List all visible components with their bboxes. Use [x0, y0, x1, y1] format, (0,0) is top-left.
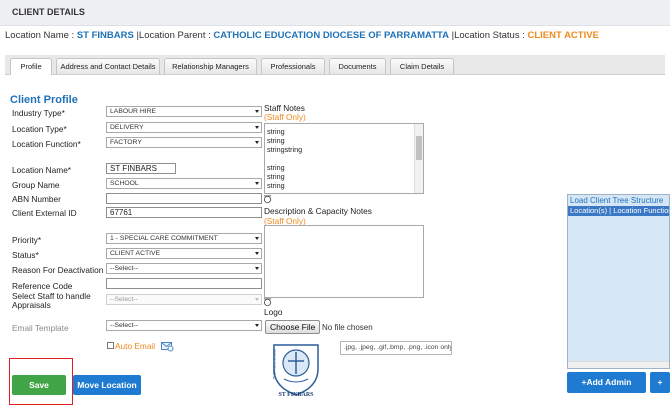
- section-title: Client Profile: [10, 94, 78, 106]
- priority-select[interactable]: 1 - SPECIAL CARE COMMITMENT: [106, 233, 262, 244]
- status-label: Status*: [12, 250, 39, 260]
- description-notes-textarea[interactable]: [264, 225, 424, 298]
- client-tree-scrollbar[interactable]: [568, 361, 669, 368]
- tab-profile[interactable]: Profile: [10, 58, 52, 75]
- client-tree-title[interactable]: Load Client Tree Structure: [570, 196, 663, 205]
- chevron-down-icon: [255, 298, 259, 301]
- location-name-label: Location Name :: [5, 30, 77, 41]
- email-template-value: --Select--: [110, 322, 138, 329]
- chevron-down-icon: [255, 126, 259, 129]
- allowed-extensions-note: .jpg, .jpeg, .gif,.bmp, .png, .icon only: [340, 341, 452, 355]
- client-tree-header: Location(s) | Location Function: [568, 206, 669, 216]
- page-header: [0, 0, 670, 26]
- industry-type-value: LABOUR HIRE: [110, 108, 157, 115]
- location-status-label: |Location Status :: [451, 30, 528, 41]
- tab-claim-details[interactable]: Claim Details: [390, 58, 454, 74]
- staff-notes-textarea[interactable]: string string stringstring string string…: [264, 123, 424, 194]
- add-more-button[interactable]: +: [650, 372, 670, 393]
- chevron-down-icon: [255, 252, 259, 255]
- group-name-select[interactable]: SCHOOL: [106, 178, 262, 189]
- location-info-line: Location Name : ST FINBARS |Location Par…: [5, 30, 599, 41]
- staff-notes-line: string: [267, 172, 285, 181]
- auto-email-checkbox[interactable]: [107, 342, 114, 349]
- staff-appraisals-select[interactable]: --Select--: [106, 294, 262, 305]
- chevron-down-icon: [255, 141, 259, 144]
- tab-documents[interactable]: Documents: [329, 58, 386, 74]
- reason-deactivation-value: --Select--: [110, 265, 138, 272]
- location-function-select[interactable]: FACTORY: [106, 137, 262, 148]
- staff-notes-scrollbar[interactable]: [414, 124, 423, 193]
- status-select[interactable]: CLIENT ACTIVE: [106, 248, 262, 259]
- location-function-label: Location Function*: [12, 139, 81, 149]
- industry-type-select[interactable]: LABOUR HIRE: [106, 106, 262, 117]
- industry-type-label: Industry Type*: [12, 108, 65, 118]
- staff-notes-line: string: [267, 127, 285, 136]
- abn-number-input[interactable]: [106, 193, 262, 204]
- group-name-value: SCHOOL: [110, 180, 139, 187]
- staff-appraisals-label: Select Staff to handle Appraisals: [12, 292, 91, 310]
- priority-value: 1 - SPECIAL CARE COMMITMENT: [110, 235, 218, 242]
- group-name-label: Group Name: [12, 180, 60, 190]
- client-external-id-label: Client External ID: [12, 208, 77, 218]
- page-title: CLIENT DETAILS: [12, 7, 85, 17]
- staff-notes-line: string: [267, 181, 285, 190]
- email-preview-icon[interactable]: [161, 341, 174, 352]
- tab-relationship-managers[interactable]: Relationship Managers: [164, 58, 257, 74]
- location-type-value: DELIVERY: [110, 124, 144, 131]
- resize-handle-icon[interactable]: [263, 195, 272, 204]
- location-type-select[interactable]: DELIVERY: [106, 122, 262, 133]
- chevron-down-icon: [255, 237, 259, 240]
- location-parent-value: CATHOLIC EDUCATION DIOCESE OF PARRAMATTA: [213, 30, 449, 41]
- abn-number-label: ABN Number: [12, 194, 61, 204]
- location-function-value: FACTORY: [110, 139, 142, 146]
- add-admin-button[interactable]: +Add Admin: [567, 372, 646, 393]
- staff-notes-subtitle: (Staff Only): [264, 112, 306, 122]
- location-status-value: CLIENT ACTIVE: [527, 30, 599, 41]
- reason-deactivation-label: Reason For Deactivation: [12, 265, 104, 275]
- tab-address-contact[interactable]: Address and Contact Details: [56, 58, 160, 74]
- staff-appraisals-value: --Select--: [110, 296, 138, 303]
- description-notes-title: Description & Capacity Notes: [264, 206, 372, 216]
- resize-handle-icon[interactable]: [263, 298, 272, 307]
- chevron-down-icon: [255, 110, 259, 113]
- location-parent-label: |Location Parent :: [136, 30, 214, 41]
- chevron-down-icon: [255, 324, 259, 327]
- priority-label: Priority*: [12, 235, 42, 245]
- logo-motto: SERVE THE LORD: [272, 349, 276, 380]
- location-name-value: ST FINBARS: [76, 30, 134, 41]
- staff-notes-line: string: [267, 163, 285, 172]
- client-external-id-input[interactable]: 67761: [106, 207, 262, 218]
- client-tree-body: [568, 216, 669, 368]
- email-template-select[interactable]: --Select--: [106, 320, 262, 331]
- chevron-down-icon: [255, 267, 259, 270]
- staff-notes-line: string: [267, 136, 285, 145]
- auto-email-label: Auto Email: [115, 341, 156, 351]
- staff-notes-line: stringstring: [267, 145, 303, 154]
- chevron-down-icon: [255, 182, 259, 185]
- no-file-chosen-text: No file chosen: [322, 323, 373, 332]
- save-highlight-box: [9, 358, 73, 405]
- school-logo-image: SERVE THE LORD ST FINBARS: [264, 339, 328, 403]
- location-name-field-label: Location Name*: [12, 165, 72, 175]
- location-name-input[interactable]: ST FINBARS: [106, 163, 176, 174]
- reason-deactivation-select[interactable]: --Select--: [106, 263, 262, 274]
- logo-text: ST FINBARS: [278, 392, 314, 398]
- client-tree-panel: Load Client Tree Structure Location(s) |…: [567, 194, 670, 369]
- move-location-button[interactable]: Move Location: [73, 375, 141, 395]
- tab-professionals[interactable]: Professionals: [261, 58, 325, 74]
- reference-code-input[interactable]: [106, 278, 262, 289]
- choose-file-button[interactable]: Choose File: [265, 320, 321, 334]
- reference-code-label: Reference Code: [12, 281, 73, 291]
- location-type-label: Location Type*: [12, 124, 67, 134]
- staff-appraisals-label-line2: Appraisals: [12, 300, 51, 310]
- email-template-label: Email Template: [12, 323, 69, 333]
- logo-label: Logo: [264, 307, 283, 317]
- status-value: CLIENT ACTIVE: [110, 250, 161, 257]
